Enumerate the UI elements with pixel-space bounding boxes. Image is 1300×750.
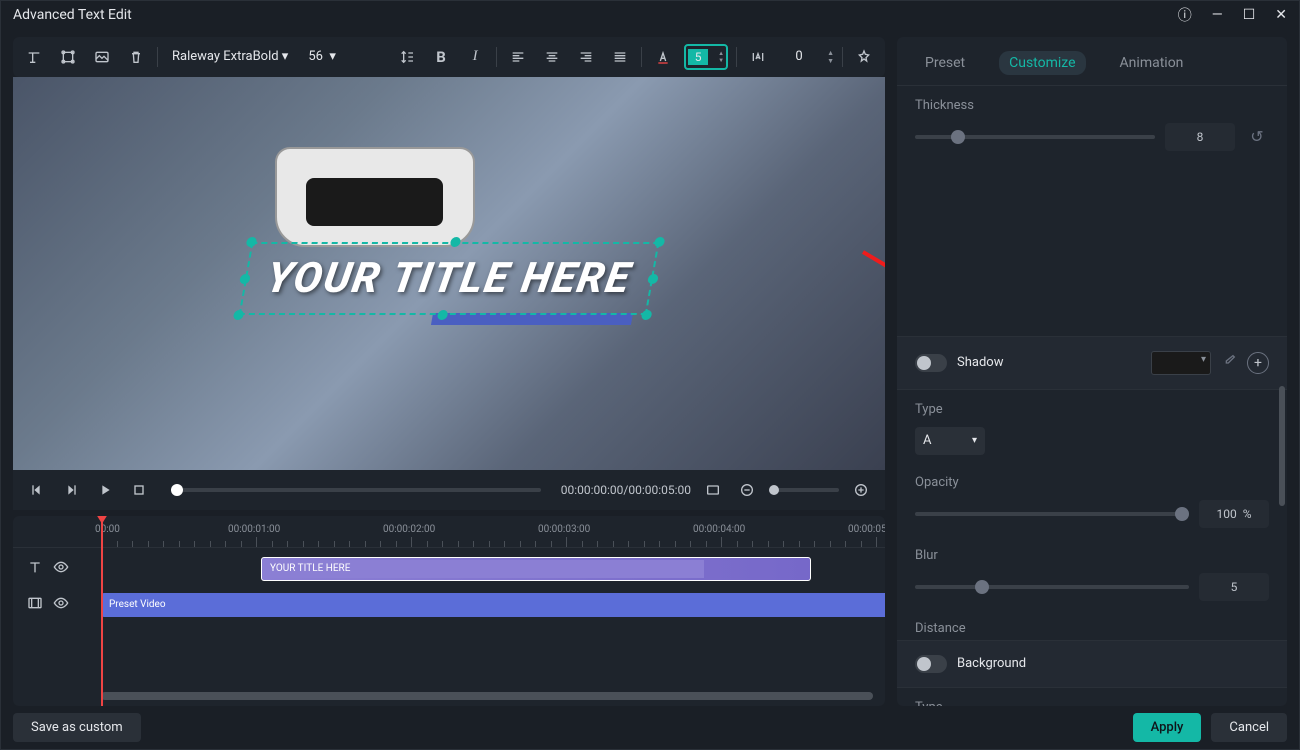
cancel-button[interactable]: Cancel [1211,713,1287,742]
background-label: Background [957,656,1269,671]
video-track-icon [27,595,43,615]
text-clip-label: YOUR TITLE HERE [270,563,350,574]
shadow-color-swatch[interactable] [1151,351,1211,375]
distance-label: Distance [915,621,1269,636]
align-right-icon[interactable] [573,44,599,70]
titlebar: Advanced Text Edit ⓘ ― ☐ ✕ [1,1,1299,29]
reset-icon[interactable]: ↺ [1245,125,1269,149]
next-frame-icon[interactable] [59,478,83,502]
timecode: 00:00:00:00/00:00:05:00 [561,483,691,497]
bg-type-label: Type [915,700,1269,706]
thickness-label: Thickness [915,98,1269,113]
shadow-toggle[interactable] [915,354,947,372]
spacing-stepper[interactable]: ▲▼ [827,49,834,65]
blur-label: Blur [915,548,1269,563]
zoom-out-icon[interactable] [735,478,759,502]
bold-icon[interactable]: B [428,44,454,70]
blur-value[interactable]: 5 [1199,573,1269,601]
save-as-custom-button[interactable]: Save as custom [13,713,141,742]
properties-panel: Preset Customize Animation Thickness 8 ↺… [897,37,1287,706]
text-track-icon [27,559,43,579]
window-title: Advanced Text Edit [13,7,132,23]
size-input[interactable]: 5 ▲▼ [684,44,728,70]
timeline-ruler[interactable]: 00:0000:00:01:0000:00:02:0000:00:03:0000… [13,516,885,548]
italic-icon[interactable]: I [462,44,488,70]
image-icon[interactable] [89,44,115,70]
tab-animation[interactable]: Animation [1110,51,1194,75]
tab-customize[interactable]: Customize [999,51,1085,75]
text-toolbar: Raleway ExtraBold ▾ 56 ▾ B I 5 ▲▼ [13,37,885,77]
panel-scrollbar[interactable] [1279,127,1285,646]
aspect-icon[interactable] [701,478,725,502]
background-toggle[interactable] [915,655,947,673]
visibility-icon[interactable] [53,559,69,579]
shadow-type-label: Type [915,402,1269,417]
help-icon[interactable]: ⓘ [1178,5,1192,25]
playhead[interactable] [101,516,103,706]
playback-controls: 00:00:00:00/00:00:05:00 [13,470,885,510]
zoom-in-icon[interactable] [849,478,873,502]
play-icon[interactable] [93,478,117,502]
transform-icon[interactable] [55,44,81,70]
font-family-select[interactable]: Raleway ExtraBold ▾ [166,45,294,68]
letter-spacing-value[interactable]: 0 [779,49,819,64]
video-clip[interactable]: Preset Video [101,593,885,617]
timeline-scrollbar[interactable] [101,692,873,700]
shadow-section: Shadow + [897,336,1287,390]
blur-slider[interactable] [915,585,1189,589]
opacity-slider[interactable] [915,512,1189,516]
effects-icon[interactable] [851,44,877,70]
visibility-icon[interactable] [53,595,69,615]
align-justify-icon[interactable] [607,44,633,70]
text-track: YOUR TITLE HERE [13,554,885,584]
close-icon[interactable]: ✕ [1275,7,1287,23]
text-overlay[interactable]: YOUR TITLE HERE [239,242,660,315]
add-shadow-icon[interactable]: + [1247,352,1269,374]
eyedropper-icon[interactable] [1221,353,1237,373]
prev-frame-icon[interactable] [25,478,49,502]
opacity-label: Opacity [915,475,1269,490]
text-color-icon[interactable] [650,44,676,70]
thickness-value[interactable]: 8 [1165,123,1235,151]
opacity-value[interactable]: 100 % [1199,500,1269,528]
timeline[interactable]: 00:0000:00:01:0000:00:02:0000:00:03:0000… [13,516,885,706]
video-clip-label: Preset Video [109,599,166,610]
stop-icon[interactable] [127,478,151,502]
minimize-icon[interactable]: ― [1212,7,1223,23]
text-tool-icon[interactable] [21,44,47,70]
letter-spacing-icon[interactable] [745,44,771,70]
maximize-icon[interactable]: ☐ [1243,7,1256,23]
video-track: Preset Video [13,590,885,620]
delete-icon[interactable] [123,44,149,70]
background-section: Background [897,640,1287,688]
preview-canvas[interactable]: YOUR TITLE HERE [13,77,885,470]
tab-preset[interactable]: Preset [915,51,975,75]
shadow-type-select[interactable]: A▾ [915,427,985,455]
thickness-slider[interactable] [915,135,1155,139]
apply-button[interactable]: Apply [1133,713,1202,742]
zoom-slider[interactable] [769,488,839,492]
title-text[interactable]: YOUR TITLE HERE [239,242,660,315]
align-center-icon[interactable] [539,44,565,70]
text-clip[interactable]: YOUR TITLE HERE [261,557,811,581]
shadow-label: Shadow [957,355,1141,370]
align-left-icon[interactable] [505,44,531,70]
preview-scrubber[interactable] [171,488,541,492]
line-height-icon[interactable] [394,44,420,70]
font-size-select[interactable]: 56 ▾ [302,45,342,68]
